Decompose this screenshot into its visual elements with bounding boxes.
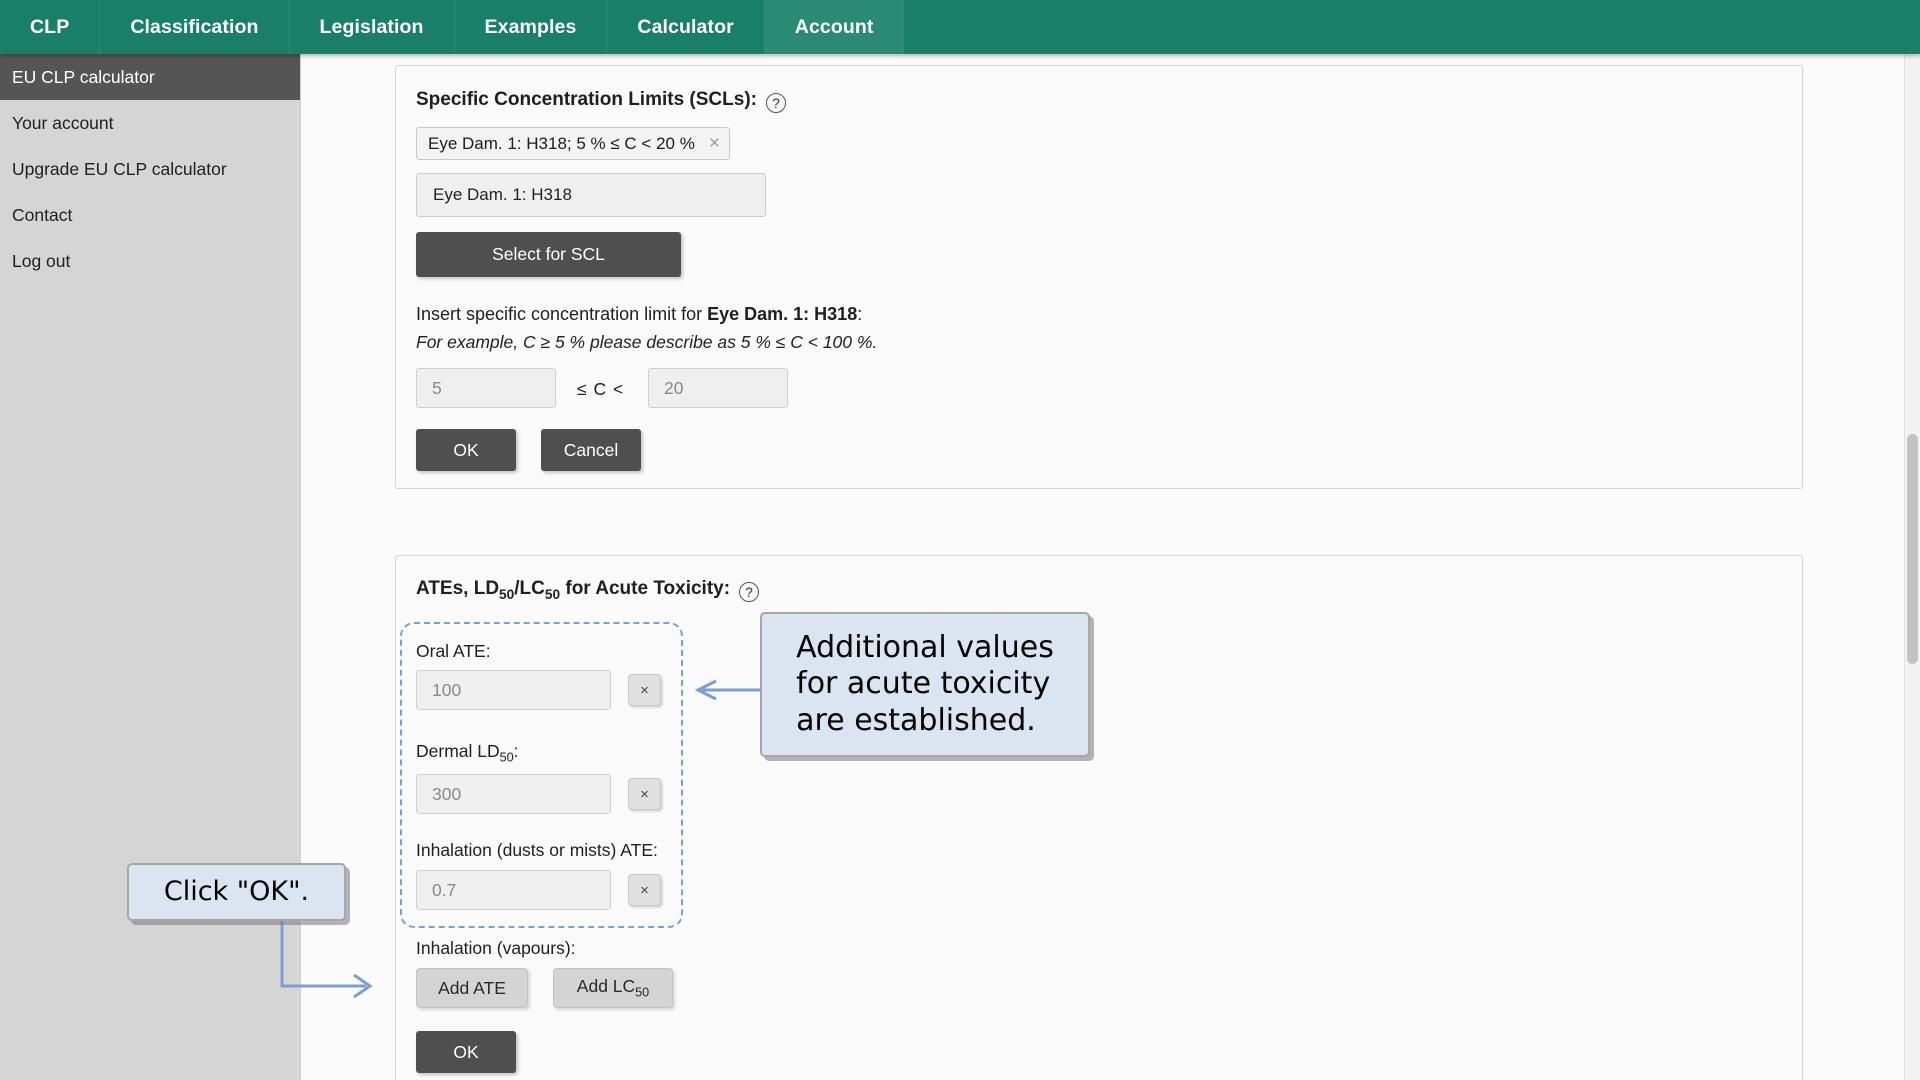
oral-ate-value: 100 [432,679,462,700]
scl-panel: Specific Concentration Limits (SCLs):? E… [395,65,1803,489]
ate-title-part1: ATEs, LD [416,578,500,599]
top-navbar: CLP Classification Legislation Examples … [0,0,1920,54]
ate-ok-button[interactable]: OK [416,1031,516,1073]
sidebar-item-upgrade[interactable]: Upgrade EU CLP calculator [0,146,300,192]
dermal-ld50-label-main: Dermal LD [416,741,500,761]
scl-cancel-label: Cancel [563,439,619,460]
ate-title-sub1: 50 [499,586,515,602]
inhalation-dusts-clear-icon[interactable]: × [628,874,661,906]
inhalation-dusts-input[interactable]: 0.7 [416,870,611,910]
select-for-scl-button[interactable]: Select for SCL [416,232,681,277]
scl-panel-title: Specific Concentration Limits (SCLs):? [416,89,786,113]
inhalation-vapours-label: Inhalation (vapours): [416,938,576,958]
ate-panel-title: ATEs, LD50/LC50 for Acute Toxicity:? [416,578,760,602]
oral-ate-input[interactable]: 100 [416,670,611,710]
ate-ok-label: OK [453,1041,479,1062]
scl-cancel-button[interactable]: Cancel [541,429,641,471]
nav-item-clp[interactable]: CLP [0,0,101,54]
inhalation-dusts-value: 0.7 [432,879,457,900]
ate-title-part3: for Acute Toxicity: [560,578,731,599]
callout-acute-toxicity-arrow [694,679,768,701]
nav-item-calculator[interactable]: Calculator [607,0,765,54]
dermal-ld50-clear-glyph: × [640,785,649,803]
dermal-ld50-input[interactable]: 300 [416,774,611,814]
nav-item-examples[interactable]: Examples [455,0,608,54]
add-ate-label: Add ATE [438,977,506,998]
scl-tag: Eye Dam. 1: H318; 5 % ≤ C < 20 % × [416,127,730,160]
callout-click-ok-text: Click "OK". [163,875,310,907]
scl-help-icon[interactable]: ? [765,93,786,113]
scl-lower-bound-value: 5 [432,377,442,398]
vertical-scrollbar-track[interactable] [1904,54,1920,1080]
nav-item-legislation[interactable]: Legislation [290,0,455,54]
scl-insert-line: Insert specific concentration limit for … [416,304,862,325]
inhalation-dusts-label-main: Inhalation (dusts or mists) ATE: [416,840,658,860]
oral-ate-clear-icon[interactable]: × [628,674,661,706]
close-icon[interactable]: × [709,133,720,155]
dermal-ld50-clear-icon[interactable]: × [628,778,661,810]
select-for-scl-label: Select for SCL [492,244,605,264]
callout-acute-toxicity-text: Additional values for acute toxicity are… [796,629,1054,738]
sidebar-item-log-out[interactable]: Log out [0,238,300,284]
scl-panel-title-text: Specific Concentration Limits (SCLs): [416,89,757,110]
oral-ate-clear-glyph: × [640,681,649,699]
nav-item-classification[interactable]: Classification [100,0,290,54]
oral-ate-label-main: Oral ATE: [416,641,491,661]
vertical-scrollbar-thumb[interactable] [1907,434,1918,664]
ate-panel: ATEs, LD50/LC50 for Acute Toxicity:? Ora… [395,555,1803,1080]
ate-title-sub2: 50 [544,586,561,602]
scl-example-line: For example, C ≥ 5 % please describe as … [416,332,878,352]
dermal-ld50-value: 300 [432,783,462,804]
scl-insert-hazard: Eye Dam. 1: H318 [707,304,858,324]
scl-ok-label: OK [453,439,479,460]
callout-acute-toxicity: Additional values for acute toxicity are… [760,612,1090,757]
add-lc50-button[interactable]: Add LC50 [553,968,673,1008]
scl-tag-label: Eye Dam. 1: H318; 5 % ≤ C < 20 % [428,133,695,153]
scl-insert-prefix: Insert specific concentration limit for [416,304,708,324]
callout-click-ok-arrow [280,920,373,999]
inhalation-dusts-label: Inhalation (dusts or mists) ATE: [416,840,658,861]
scl-hazard-select[interactable]: Eye Dam. 1: H318 [416,173,766,217]
scl-upper-bound-value: 20 [664,377,684,398]
scl-operator-label: ≤ C < [577,379,625,399]
scl-lower-bound-input[interactable]: 5 [416,368,556,408]
nav-item-account[interactable]: Account [764,0,905,54]
sidebar-item-your-account[interactable]: Your account [0,100,300,146]
main-content: Specific Concentration Limits (SCLs):? E… [300,54,1920,1080]
oral-ate-label: Oral ATE: [416,641,491,662]
dermal-ld50-label-sub: 50 [499,750,514,765]
app-root: CLP Classification Legislation Examples … [0,0,1920,1080]
callout-click-ok: Click "OK". [127,863,346,921]
ate-title-part2: /LC [514,578,545,599]
dermal-ld50-label-tail: : [513,741,519,761]
inhalation-dusts-clear-glyph: × [640,881,649,899]
scl-insert-suffix: : [857,304,863,324]
scl-upper-bound-input[interactable]: 20 [648,368,788,408]
add-ate-button[interactable]: Add ATE [416,968,528,1008]
add-lc50-label: Add LC50 [576,976,650,1000]
dermal-ld50-label: Dermal LD50: [416,741,519,765]
sidebar-item-contact[interactable]: Contact [0,192,300,238]
scl-ok-button[interactable]: OK [416,429,516,471]
sidebar-item-eu-clp-calculator[interactable]: EU CLP calculator [0,54,300,100]
ate-help-icon[interactable]: ? [739,582,760,602]
scl-hazard-select-value: Eye Dam. 1: H318 [433,185,572,204]
sidebar: EU CLP calculator Your account Upgrade E… [0,54,300,1080]
